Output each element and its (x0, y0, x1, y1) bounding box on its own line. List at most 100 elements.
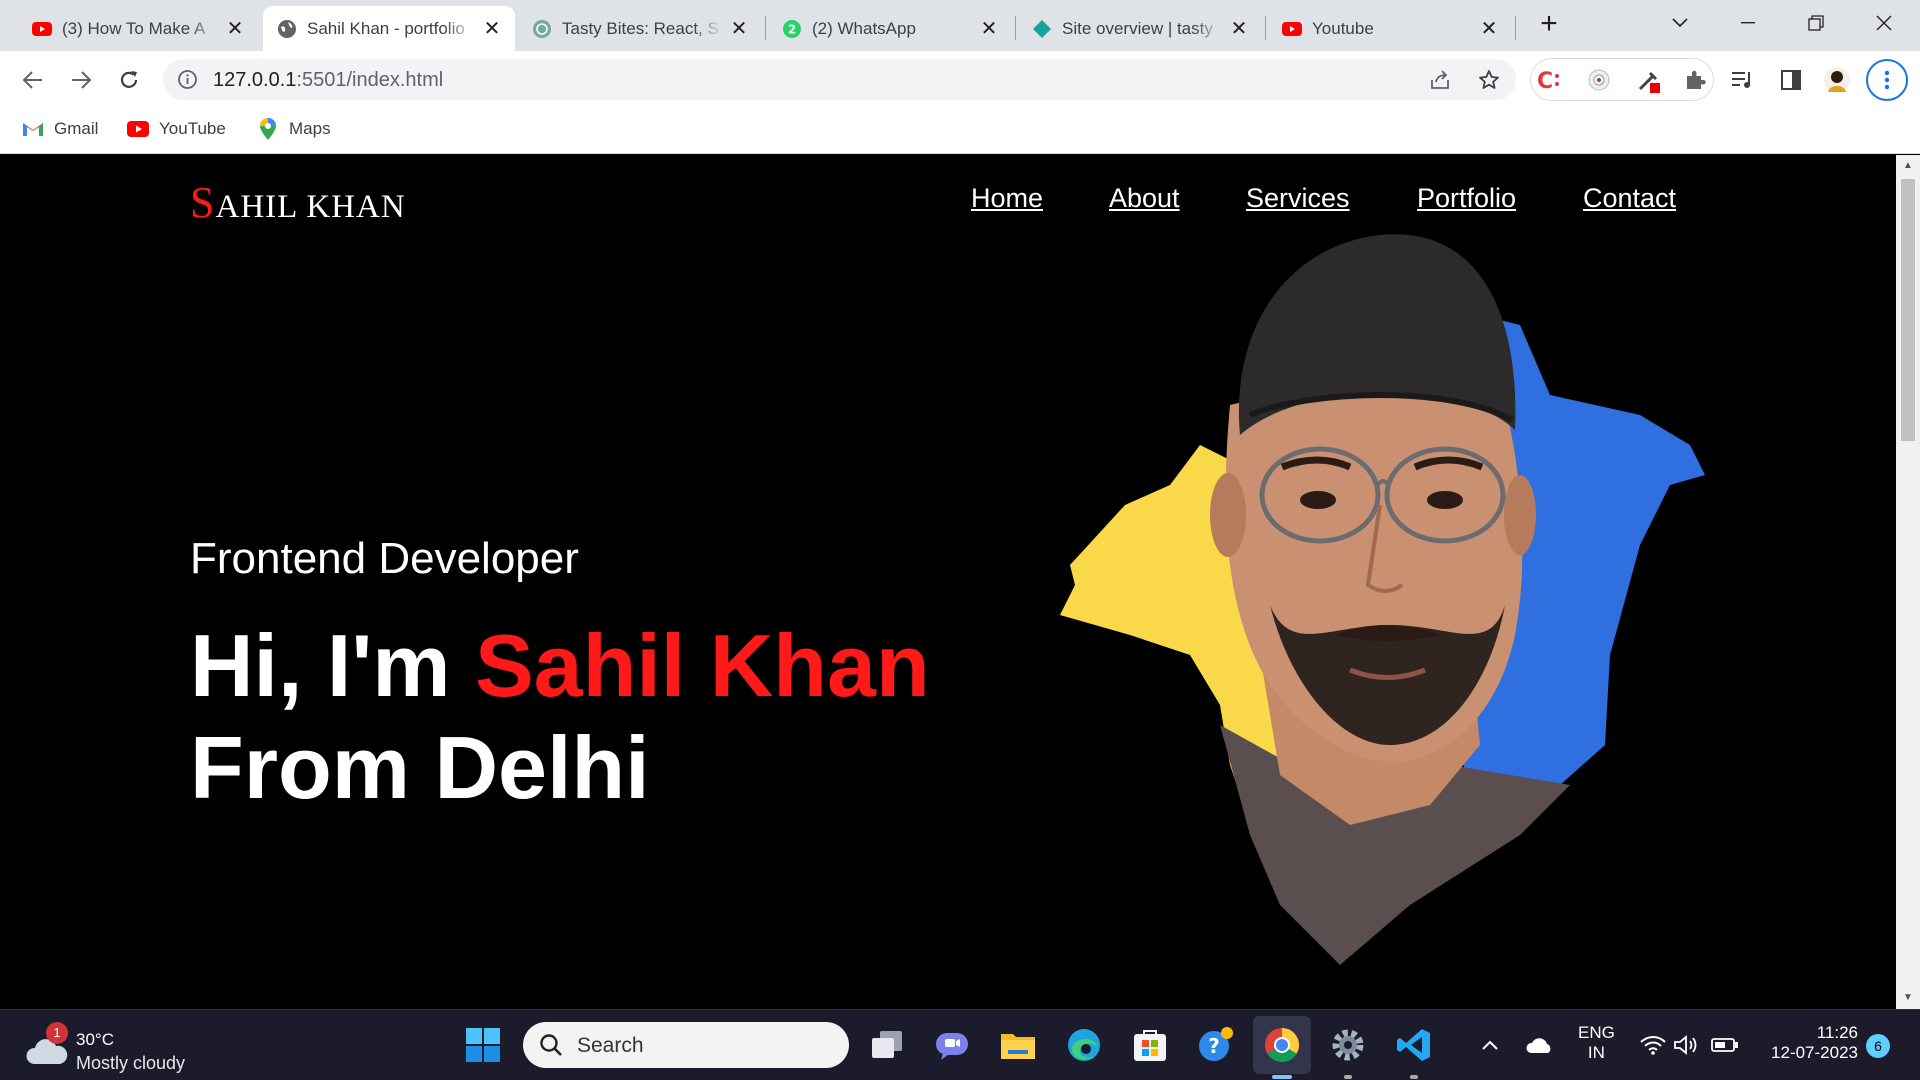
nav-services-link[interactable]: Services (1246, 183, 1350, 214)
taskbar-search[interactable]: Search (523, 1022, 849, 1068)
netlify-icon (1032, 19, 1052, 39)
tab-title: Site overview | tasty (1062, 18, 1213, 38)
search-icon (540, 1034, 562, 1056)
tab-youtube-how-to[interactable]: (3) How To Make A ✕ (18, 6, 258, 51)
back-arrow-icon[interactable] (18, 65, 48, 95)
eyedropper-extension-icon[interactable] (1634, 65, 1664, 95)
close-icon[interactable]: ✕ (1228, 18, 1250, 40)
chrome-icon[interactable] (1261, 1024, 1303, 1066)
clock-date: 12-07-2023 (1771, 1043, 1858, 1062)
site-logo[interactable]: SAHIL KHAN (190, 177, 406, 228)
tab-netlify[interactable]: Site overview | tasty ✕ (1018, 6, 1262, 51)
nav-about-link[interactable]: About (1109, 183, 1180, 214)
minimize-icon[interactable] (1728, 8, 1768, 38)
notification-badge[interactable]: 6 (1866, 1034, 1890, 1058)
weather-badge: 1 (46, 1022, 68, 1044)
bookmark-label: YouTube (159, 119, 226, 138)
page-scrollbar[interactable]: ▲ ▼ (1896, 155, 1920, 1009)
bookmark-label: Maps (289, 119, 331, 138)
forward-arrow-icon[interactable] (66, 65, 96, 95)
chatgpt-icon (532, 19, 552, 39)
tab-chatgpt[interactable]: Tasty Bites: React, S ✕ (518, 6, 762, 51)
file-explorer-icon[interactable] (997, 1024, 1039, 1066)
tab-title: Tasty Bites: React, S (562, 18, 719, 38)
youtube-icon (32, 19, 52, 39)
running-indicator (1410, 1075, 1418, 1079)
bookmark-maps[interactable]: Maps (257, 115, 331, 143)
bookmarks-bar: Gmail YouTube Maps (0, 107, 1920, 154)
volume-icon[interactable] (1665, 1024, 1707, 1066)
edge-browser-icon[interactable] (1063, 1024, 1105, 1066)
language-indicator[interactable]: ENG IN (1578, 1023, 1615, 1063)
scroll-down-icon[interactable]: ▼ (1902, 993, 1914, 1003)
url-host: 127.0.0.1 (213, 69, 297, 91)
svg-text:C: C (1537, 69, 1553, 92)
battery-icon[interactable] (1704, 1024, 1746, 1066)
logo-initial: S (190, 178, 216, 227)
onedrive-cloud-icon[interactable] (1518, 1024, 1560, 1066)
weather-widget[interactable]: 1 30°C Mostly cloudy (26, 1022, 206, 1073)
maps-pin-icon (257, 118, 279, 140)
restore-icon[interactable] (1796, 8, 1836, 38)
nav-portfolio-link[interactable]: Portfolio (1417, 183, 1516, 214)
puzzle-extensions-icon[interactable] (1680, 65, 1710, 95)
task-view-icon[interactable] (866, 1024, 908, 1066)
scrollbar-thumb[interactable] (1901, 179, 1915, 441)
address-bar[interactable]: 127.0.0.1:5501/index.html (163, 59, 1516, 100)
globe-icon (277, 19, 297, 39)
close-icon[interactable]: ✕ (978, 18, 1000, 40)
tab-title: (2) WhatsApp (812, 18, 916, 38)
close-icon[interactable]: ✕ (224, 18, 246, 40)
nav-home-link[interactable]: Home (971, 183, 1043, 214)
weather-temp: 30°C (76, 1030, 114, 1049)
scroll-up-icon[interactable]: ▲ (1902, 161, 1914, 171)
logo-text: AHIL KHAN (215, 189, 406, 225)
windows-start-icon[interactable] (462, 1024, 504, 1066)
bookmark-youtube[interactable]: YouTube (127, 115, 226, 143)
browser-toolbar: 127.0.0.1:5501/index.html C (0, 51, 1920, 107)
new-tab-button[interactable]: + (1535, 9, 1563, 39)
tab-separator (1015, 16, 1016, 40)
tab-youtube[interactable]: Youtube ✕ (1268, 6, 1512, 51)
vscode-icon[interactable] (1393, 1024, 1435, 1066)
camera-extension-icon[interactable] (1584, 65, 1614, 95)
kebab-menu-icon[interactable] (1866, 59, 1908, 101)
settings-gear-icon[interactable] (1327, 1024, 1369, 1066)
reading-list-icon[interactable] (1728, 65, 1758, 95)
portfolio-page: SAHIL KHAN Home About Services Portfolio… (0, 155, 1896, 1009)
side-panel-icon[interactable] (1776, 65, 1806, 95)
close-icon[interactable]: ✕ (1478, 18, 1500, 40)
svg-text:?: ? (1208, 1034, 1220, 1058)
bookmark-gmail[interactable]: Gmail (22, 115, 98, 143)
language-top: ENG (1578, 1023, 1615, 1042)
c-extension-icon[interactable]: C (1535, 65, 1565, 95)
profile-avatar[interactable] (1822, 65, 1852, 95)
share-icon[interactable] (1428, 68, 1452, 92)
bookmark-star-icon[interactable] (1477, 68, 1501, 92)
tab-separator (1265, 16, 1266, 40)
close-window-icon[interactable] (1864, 8, 1904, 38)
microsoft-store-icon[interactable] (1129, 1024, 1171, 1066)
language-bottom: IN (1587, 1043, 1605, 1062)
teams-chat-icon[interactable] (931, 1024, 973, 1066)
tab-portfolio[interactable]: Sahil Khan - portfolio ✕ (263, 6, 515, 51)
tab-strip: (3) How To Make A ✕ Sahil Khan - portfol… (0, 0, 1920, 51)
hero-name: Sahil Khan (474, 616, 930, 715)
help-icon[interactable]: ? (1195, 1024, 1237, 1066)
close-icon[interactable]: ✕ (481, 18, 503, 40)
clock[interactable]: 11:26 12-07-2023 (1758, 1023, 1858, 1063)
tab-separator (765, 16, 766, 40)
tab-separator (1515, 16, 1516, 40)
tab-search-chevron-icon[interactable] (1660, 8, 1700, 38)
chevron-up-icon[interactable] (1469, 1024, 1511, 1066)
tab-title: Sahil Khan - portfolio (307, 18, 465, 38)
url-path: :5501/index.html (296, 69, 444, 91)
site-info-icon[interactable] (177, 69, 198, 90)
running-indicator (1344, 1075, 1352, 1079)
url-text[interactable]: 127.0.0.1:5501/index.html (213, 69, 443, 92)
nav-contact-link[interactable]: Contact (1583, 183, 1676, 214)
reload-icon[interactable] (114, 65, 144, 95)
close-icon[interactable]: ✕ (728, 18, 750, 40)
profile-photo (1060, 234, 1705, 965)
tab-whatsapp[interactable]: 2 (2) WhatsApp ✕ (768, 6, 1012, 51)
